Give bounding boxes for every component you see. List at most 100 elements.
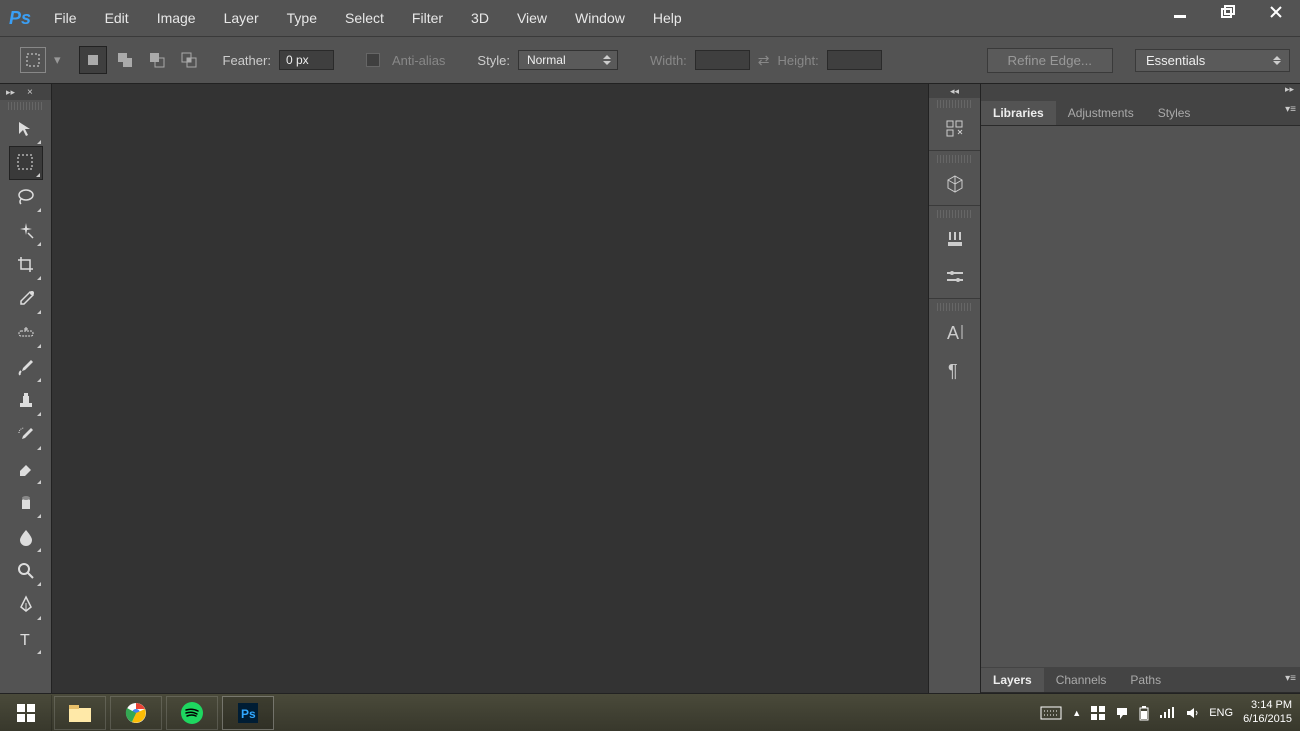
menu-window[interactable]: Window (561, 0, 639, 36)
styles-tab[interactable]: Styles (1146, 101, 1203, 125)
panels-area: ▸▸ Libraries Adjustments Styles ▾≡ Layer… (980, 84, 1300, 693)
brush-tool[interactable] (9, 350, 43, 384)
clock-time: 3:14 PM (1243, 699, 1292, 712)
style-label: Style: (477, 53, 510, 68)
feather-input[interactable] (279, 50, 334, 70)
menubar: Ps File Edit Image Layer Type Select Fil… (0, 0, 1300, 36)
dropdown-arrow-icon[interactable]: ▾ (54, 52, 61, 68)
libraries-tab[interactable]: Libraries (981, 101, 1056, 125)
libraries-panel-body[interactable] (981, 126, 1300, 667)
brushes-panel-icon[interactable] (936, 220, 974, 258)
menu-edit[interactable]: Edit (91, 0, 143, 36)
svg-text:¶: ¶ (948, 361, 958, 381)
clock-date: 6/16/2015 (1243, 713, 1292, 726)
photoshop-taskbar-icon[interactable]: Ps (222, 696, 274, 730)
height-label: Height: (778, 53, 819, 68)
crop-tool[interactable] (9, 248, 43, 282)
start-button[interactable] (0, 695, 52, 731)
channels-tab[interactable]: Channels (1044, 668, 1119, 692)
menu-type[interactable]: Type (273, 0, 331, 36)
tools-collapse-icon[interactable]: ▸▸ (6, 87, 15, 98)
keyboard-tray-icon[interactable] (1040, 706, 1062, 720)
svg-text:A: A (947, 323, 959, 343)
refine-edge-button[interactable]: Refine Edge... (987, 48, 1113, 73)
workspace-select[interactable]: Essentials (1135, 49, 1290, 72)
add-selection-button[interactable] (111, 46, 139, 74)
action-center-tray-icon[interactable] (1115, 706, 1129, 720)
healing-brush-tool[interactable] (9, 316, 43, 350)
eyedropper-tool[interactable] (9, 282, 43, 316)
pen-tool[interactable] (9, 588, 43, 622)
lasso-tool[interactable] (9, 180, 43, 214)
height-input (827, 50, 882, 70)
windows-tray-icon[interactable] (1091, 706, 1105, 720)
menu-help[interactable]: Help (639, 0, 696, 36)
tray-overflow-icon[interactable]: ▲ (1072, 708, 1081, 718)
antialias-label: Anti-alias (392, 53, 445, 68)
grip-icon[interactable] (937, 155, 972, 163)
panel-menu-icon[interactable]: ▾≡ (1285, 104, 1296, 115)
grip-icon[interactable] (937, 303, 972, 311)
file-explorer-taskbar-icon[interactable] (54, 696, 106, 730)
grip-icon[interactable] (8, 102, 43, 110)
paragraph-panel-icon[interactable]: ¶ (936, 351, 974, 389)
selection-mode-group (79, 46, 215, 74)
menu-3d[interactable]: 3D (457, 0, 503, 36)
3d-panel-icon[interactable] (936, 165, 974, 203)
menu-layer[interactable]: Layer (210, 0, 273, 36)
swap-dimensions-icon: ⇄ (758, 52, 770, 69)
app-logo-icon: Ps (0, 0, 40, 36)
style-select[interactable]: Normal (518, 50, 618, 70)
blur-tool[interactable] (9, 520, 43, 554)
spotify-taskbar-icon[interactable] (166, 696, 218, 730)
width-label: Width: (650, 53, 687, 68)
panels-collapse-icon[interactable]: ▸▸ (981, 84, 1300, 98)
intersect-selection-button[interactable] (175, 46, 203, 74)
clock[interactable]: 3:14 PM 6/16/2015 (1243, 699, 1292, 725)
history-panel-icon[interactable] (936, 110, 974, 148)
bottom-panel-tabs: Layers Channels Paths ▾≡ (981, 667, 1300, 693)
marquee-tool[interactable] (9, 146, 43, 180)
wifi-tray-icon[interactable] (1159, 707, 1175, 719)
clone-stamp-tool[interactable] (9, 384, 43, 418)
feather-label: Feather: (223, 53, 271, 68)
tools-panel: ▸▸ × T (0, 84, 52, 693)
paths-tab[interactable]: Paths (1118, 668, 1173, 692)
eraser-tool[interactable] (9, 452, 43, 486)
options-bar: ▾ Feather: Anti-alias Style: Normal Widt… (0, 36, 1300, 84)
brush-presets-panel-icon[interactable] (936, 258, 974, 296)
character-panel-icon[interactable]: A (936, 313, 974, 351)
adjustments-tab[interactable]: Adjustments (1056, 101, 1146, 125)
new-selection-button[interactable] (79, 46, 107, 74)
menu-select[interactable]: Select (331, 0, 398, 36)
menu-filter[interactable]: Filter (398, 0, 457, 36)
zoom-tool[interactable] (9, 554, 43, 588)
menu-view[interactable]: View (503, 0, 561, 36)
chrome-taskbar-icon[interactable] (110, 696, 162, 730)
window-close-button[interactable] (1252, 0, 1300, 24)
dock-collapse-icon[interactable]: ◂◂ (929, 84, 980, 98)
current-tool-icon[interactable] (20, 47, 46, 73)
tools-close-icon[interactable]: × (27, 87, 33, 98)
canvas-area[interactable] (52, 84, 928, 693)
magic-wand-tool[interactable] (9, 214, 43, 248)
history-brush-tool[interactable] (9, 418, 43, 452)
battery-tray-icon[interactable] (1139, 705, 1149, 721)
subtract-selection-button[interactable] (143, 46, 171, 74)
type-tool[interactable]: T (9, 622, 43, 656)
window-restore-button[interactable] (1204, 0, 1252, 24)
collapsed-panel-dock: ◂◂ A ¶ (928, 84, 980, 693)
svg-text:T: T (20, 632, 30, 649)
gradient-tool[interactable] (9, 486, 43, 520)
window-minimize-button[interactable] (1156, 0, 1204, 24)
move-tool[interactable] (9, 112, 43, 146)
svg-text:Ps: Ps (241, 707, 256, 721)
panel-menu-icon[interactable]: ▾≡ (1285, 673, 1296, 684)
language-indicator[interactable]: ENG (1209, 707, 1233, 719)
layers-tab[interactable]: Layers (981, 668, 1044, 692)
grip-icon[interactable] (937, 210, 972, 218)
menu-image[interactable]: Image (143, 0, 210, 36)
grip-icon[interactable] (937, 100, 972, 108)
volume-tray-icon[interactable] (1185, 706, 1199, 720)
menu-file[interactable]: File (40, 0, 91, 36)
